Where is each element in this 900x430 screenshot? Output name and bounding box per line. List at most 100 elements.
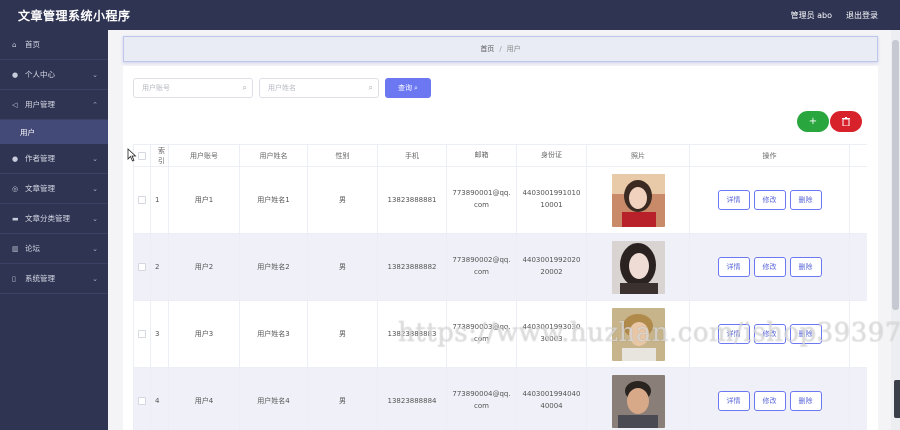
page-scrollbar[interactable]: [891, 30, 900, 430]
chevron-down-icon: ⌄: [92, 274, 98, 283]
column-header: 照片: [587, 145, 690, 166]
main-panel: ⌕ ⌕ 查询 ⌕ + 索引 用户账号 用户姓名 性别 手机 邮箱 身份证 照片 …: [123, 66, 878, 430]
operations-cell: 详情 修改 删除: [690, 167, 850, 233]
chevron-down-icon: ⌄: [92, 214, 98, 223]
delete-button[interactable]: 删除: [789, 190, 822, 210]
monitor-icon: ▬: [12, 214, 19, 223]
sidebar-item-article-management[interactable]: ◎ 文章管理 ⌄: [0, 174, 108, 204]
detail-button[interactable]: 详情: [717, 257, 750, 277]
column-header: 用户账号: [169, 145, 240, 166]
chevron-down-icon: ⌄: [92, 184, 98, 193]
query-button-label: 查询: [398, 84, 413, 92]
row-checkbox[interactable]: [138, 196, 146, 204]
search-icon: ⌕: [368, 83, 373, 92]
floating-tool-widget[interactable]: [894, 380, 900, 418]
gender-cell: 男: [308, 368, 378, 430]
admin-label: 管理员 abo: [790, 10, 832, 20]
sidebar-item-author-management[interactable]: ● 作者管理 ⌄: [0, 144, 108, 174]
id-card-cell: 440300199303030003: [517, 301, 587, 367]
edit-button[interactable]: 修改: [753, 391, 786, 411]
app-title: 文章管理系统小程序: [18, 8, 131, 23]
logout-link[interactable]: 退出登录: [846, 10, 878, 21]
delete-button[interactable]: 删除: [789, 324, 822, 344]
sidebar-item-category-management[interactable]: ▬ 文章分类管理 ⌄: [0, 204, 108, 234]
account-cell: 用户1: [169, 167, 240, 233]
trash-icon: [842, 117, 850, 126]
table-row: 2 用户2 用户姓名2 男 13823888882 773890002@qq.c…: [134, 234, 867, 301]
sidebar-subitem-label: 用户: [20, 127, 35, 137]
name-cell: 用户姓名4: [240, 368, 308, 430]
batch-delete-button[interactable]: [830, 111, 862, 132]
id-card-cell: 440300199202020002: [517, 234, 587, 300]
scrollbar-thumb[interactable]: [892, 40, 899, 310]
sidebar-subitem-users[interactable]: 用户: [0, 120, 108, 144]
account-cell: 用户4: [169, 368, 240, 430]
query-button[interactable]: 查询 ⌕: [385, 78, 431, 98]
delete-button[interactable]: 删除: [789, 391, 822, 411]
user-photo: [611, 240, 665, 294]
sidebar-item-label: 作者管理: [25, 154, 55, 163]
search-icon: ⌕: [414, 83, 418, 92]
table-row: 1 用户1 用户姓名1 男 13823888881 773890001@qq.c…: [134, 167, 867, 234]
sidebar-item-user-management[interactable]: ◁ 用户管理 ⌃: [0, 90, 108, 120]
table-row: 4 用户4 用户姓名4 男 13823888884 773890004@qq.c…: [134, 368, 867, 430]
breadcrumb-separator: /: [499, 45, 502, 53]
name-cell: 用户姓名2: [240, 234, 308, 300]
column-header: 手机: [378, 145, 447, 166]
select-all-checkbox[interactable]: [138, 151, 146, 160]
email-cell: 773890001@qq.com: [447, 167, 517, 233]
column-header: 邮箱: [447, 145, 517, 166]
location-icon: ●: [12, 154, 19, 163]
row-checkbox[interactable]: [138, 263, 146, 271]
email-cell: 773890004@qq.com: [447, 368, 517, 430]
column-header: 用户姓名: [240, 145, 308, 166]
edit-button[interactable]: 修改: [753, 324, 786, 344]
name-search-input[interactable]: [260, 79, 378, 97]
photo-cell: [587, 368, 690, 430]
mouse-cursor-icon: [127, 148, 137, 162]
sidebar-item-forum[interactable]: ▥ 论坛 ⌄: [0, 234, 108, 264]
photo-cell: [587, 167, 690, 233]
sidebar-item-home[interactable]: ⌂ 首页: [0, 30, 108, 60]
sidebar-item-system-management[interactable]: ▯ 系统管理 ⌄: [0, 264, 108, 294]
table-row: 3 用户3 用户姓名3 男 13823888883 773890003@qq.c…: [134, 301, 867, 368]
account-search-input[interactable]: [134, 79, 252, 97]
phone-cell: 13823888881: [378, 167, 447, 233]
top-header: 文章管理系统小程序 管理员 abo 退出登录: [0, 0, 900, 30]
account-search-field[interactable]: ⌕: [133, 78, 253, 98]
sidebar-item-label: 个人中心: [25, 70, 55, 79]
detail-button[interactable]: 详情: [717, 190, 750, 210]
chevron-up-icon: ⌃: [92, 100, 98, 109]
chevron-down-icon: ⌄: [92, 244, 98, 253]
row-checkbox-cell: [134, 368, 151, 430]
id-card-cell: 440300199404040004: [517, 368, 587, 430]
name-cell: 用户姓名3: [240, 301, 308, 367]
operations-cell: 详情 修改 删除: [690, 368, 850, 430]
account-cell: 用户3: [169, 301, 240, 367]
delete-button[interactable]: 删除: [789, 257, 822, 277]
row-checkbox[interactable]: [138, 397, 146, 405]
name-cell: 用户姓名1: [240, 167, 308, 233]
breadcrumb-home[interactable]: 首页: [480, 44, 494, 54]
detail-button[interactable]: 详情: [717, 391, 750, 411]
row-checkbox[interactable]: [138, 330, 146, 338]
index-cell: 1: [151, 167, 169, 233]
add-button[interactable]: +: [797, 111, 829, 132]
name-search-field[interactable]: ⌕: [259, 78, 379, 98]
sidebar-item-label: 系统管理: [25, 274, 55, 283]
phone-cell: 13823888883: [378, 301, 447, 367]
user-icon: ●: [12, 70, 19, 79]
column-header: 身份证: [517, 145, 587, 166]
sidebar-item-personal-center[interactable]: ● 个人中心 ⌄: [0, 60, 108, 90]
edit-button[interactable]: 修改: [753, 257, 786, 277]
email-cell: 773890003@qq.com: [447, 301, 517, 367]
detail-button[interactable]: 详情: [717, 324, 750, 344]
row-checkbox-cell: [134, 301, 151, 367]
operations-cell: 详情 修改 删除: [690, 234, 850, 300]
edit-button[interactable]: 修改: [753, 190, 786, 210]
index-cell: 2: [151, 234, 169, 300]
account-cell: 用户2: [169, 234, 240, 300]
user-table: 索引 用户账号 用户姓名 性别 手机 邮箱 身份证 照片 操作 1 用户1 用户…: [133, 144, 867, 430]
sidebar-item-label: 文章分类管理: [25, 214, 70, 223]
photo-cell: [587, 234, 690, 300]
